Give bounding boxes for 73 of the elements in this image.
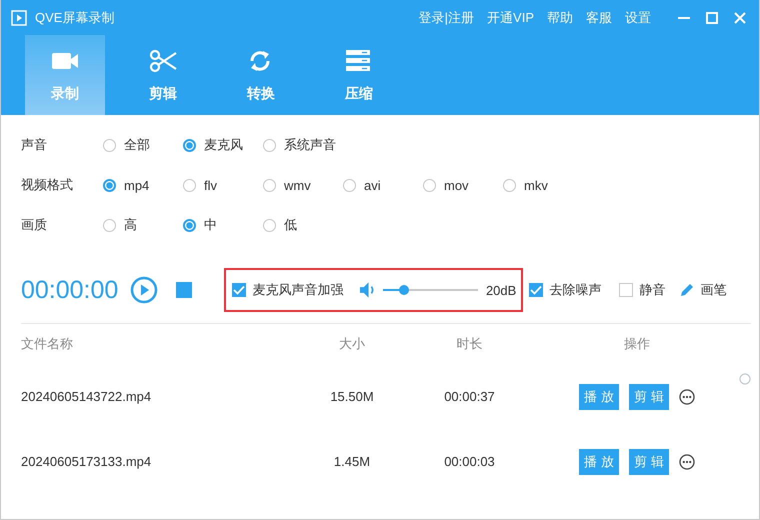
checkmark-icon [233,285,246,295]
action-button[interactable]: 播 放 [579,448,619,474]
table-cell-text: 1.45M [332,454,372,469]
option-text: flv [204,178,217,192]
pencil-icon[interactable] [679,282,696,298]
nav-tab[interactable]: 转换 [221,35,301,115]
radio-button[interactable] [503,178,516,192]
checkmark-icon [530,285,542,295]
option-text: mkv [524,178,548,192]
app-logo-icon [11,10,27,26]
option-text: 麦克风 [204,136,243,154]
close-icon[interactable] [733,10,747,24]
nav-tab[interactable]: 录制 [25,35,105,115]
option-text: avi [364,178,381,192]
nav-link[interactable]: 客服 [586,8,612,26]
radio-button[interactable] [103,178,116,192]
option-label: 声音 [21,136,48,154]
checkbox-label: 静音 [639,281,666,299]
radio-button[interactable] [183,178,196,192]
radio-button[interactable] [183,138,196,152]
column-header: 时长 [456,335,484,353]
window-title: QVE屏幕录制 [35,8,114,26]
stop-icon[interactable] [176,282,192,298]
table-cell-text: 15.50M [329,389,375,404]
nav-tab[interactable]: 剪辑 [123,35,203,115]
option-text: 低 [284,216,297,234]
action-button[interactable]: 剪 辑 [629,448,669,474]
pen-label[interactable]: 画笔 [700,281,726,299]
option-text: 中 [204,216,217,234]
option-label: 画质 [21,216,48,234]
table-cell-text: 00:00:03 [443,454,496,469]
radio-button[interactable] [423,178,436,192]
action-button[interactable]: 剪 辑 [629,384,669,410]
nav-link[interactable]: 开通VIP [487,8,534,26]
more-options-icon[interactable] [679,454,695,470]
column-header: 文件名称 [21,335,74,353]
nav-link[interactable]: 设置 [625,8,651,26]
slider-thumb[interactable] [399,285,410,295]
table-cell-text: 20240605143722.mp4 [21,389,152,404]
checkbox-label: 麦克风声音加强 [252,281,344,299]
checkbox[interactable] [232,283,246,297]
nav-link[interactable]: 登录|注册 [418,8,474,26]
timer-display: 00:00:00 [21,276,118,304]
action-button[interactable]: 播 放 [579,384,619,410]
nav-link[interactable]: 帮助 [547,8,573,26]
radio-button[interactable] [183,218,196,232]
option-text: mov [444,178,469,192]
radio-button[interactable] [263,178,276,192]
option-label: 视频格式 [21,176,74,194]
play-icon[interactable] [130,276,158,304]
checkbox-label: 去除噪声 [549,281,602,299]
radio-button[interactable] [103,138,116,152]
option-text: mp4 [124,178,150,192]
volume-reading: 20dB [486,282,516,298]
nav-tab[interactable]: 压缩 [319,35,399,115]
maximize-icon[interactable] [705,10,719,24]
checkbox[interactable] [529,283,544,297]
radio-button[interactable] [103,218,116,232]
more-options-icon[interactable] [679,388,695,404]
scissors-icon [148,47,178,75]
table-cell-text: 20240605173133.mp4 [21,454,152,469]
column-header: 操作 [623,335,651,353]
column-header: 大小 [338,335,366,353]
option-text: wmv [284,178,311,192]
circle-icon[interactable] [739,373,751,385]
option-text: 高 [124,216,137,234]
radio-button[interactable] [263,218,276,232]
option-text: 系统声音 [284,136,336,154]
radio-button[interactable] [263,138,276,152]
checkbox[interactable] [619,283,634,297]
table-cell-text: 00:00:37 [443,389,496,404]
radio-button[interactable] [343,178,356,192]
option-text: 全部 [124,136,150,154]
